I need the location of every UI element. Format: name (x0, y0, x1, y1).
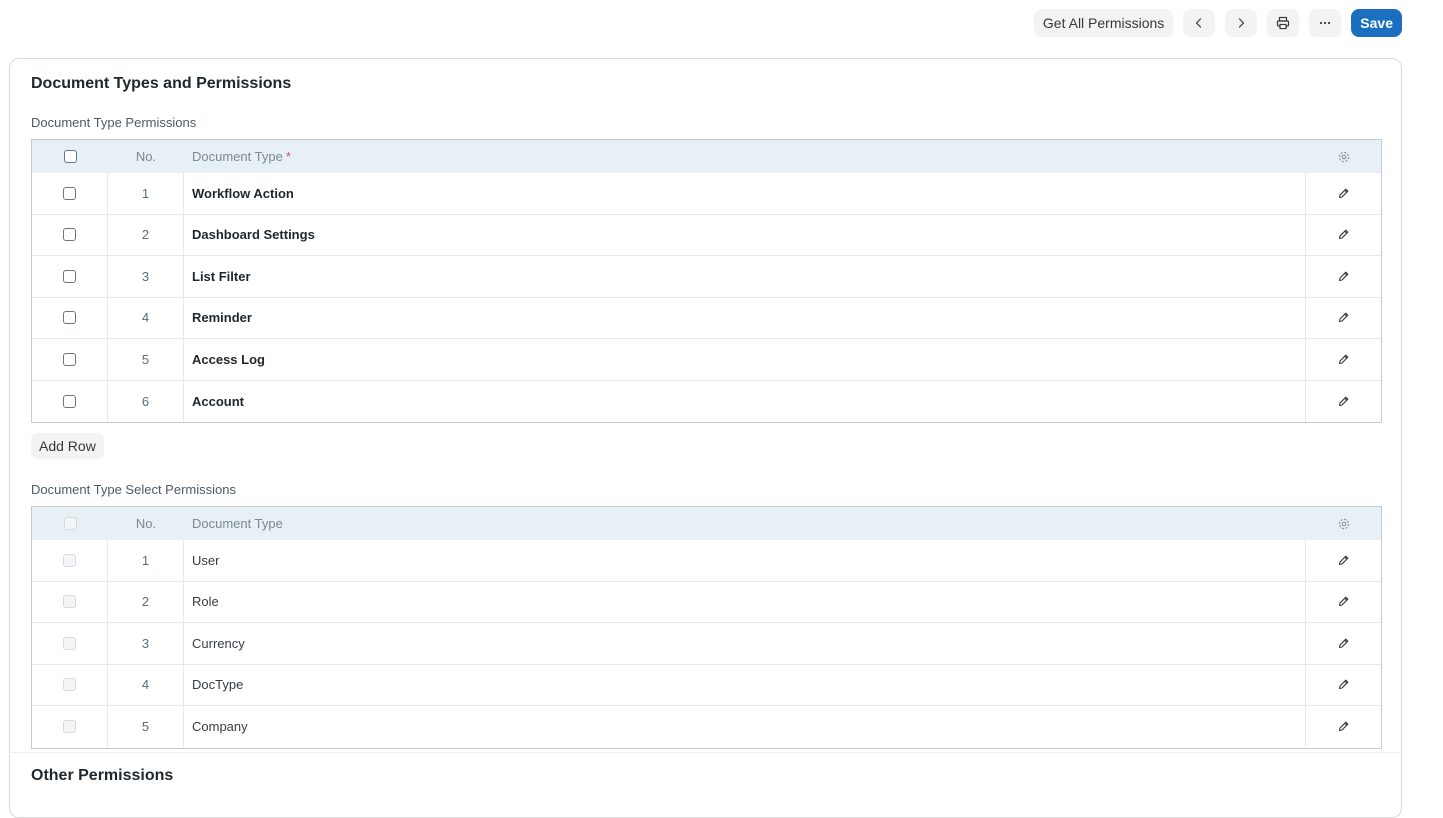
table-row[interactable]: 5 Company (32, 706, 1381, 748)
chevron-left-icon (1196, 18, 1202, 28)
document-type-value[interactable]: Access Log (184, 339, 1306, 380)
pencil-icon (1338, 188, 1349, 198)
more-icon (1320, 21, 1331, 25)
edit-row-button[interactable] (1306, 339, 1381, 380)
section-title-other-permissions: Other Permissions (31, 767, 174, 784)
document-type-select-permissions-label: Document Type Select Permissions (31, 482, 236, 497)
document-type-value[interactable]: Workflow Action (184, 173, 1306, 214)
row-number: 4 (108, 664, 184, 705)
row-checkbox (63, 678, 76, 692)
get-all-permissions-button[interactable]: Get All Permissions (1033, 9, 1174, 37)
pencil-icon (1338, 596, 1349, 607)
save-button[interactable]: Save (1351, 9, 1402, 37)
pencil-icon (1338, 721, 1349, 732)
pencil-icon (1338, 679, 1349, 690)
table-row[interactable]: 3 List Filter (32, 256, 1381, 298)
row-number: 2 (108, 214, 184, 255)
print-button[interactable] (1267, 9, 1300, 37)
next-button[interactable] (1225, 9, 1258, 37)
select-all-checkbox[interactable] (63, 150, 77, 163)
row-number: 6 (108, 380, 184, 422)
previous-button[interactable] (1183, 9, 1216, 37)
row-number: 4 (108, 297, 184, 338)
form-card: Document Types and Permissions Document … (9, 58, 1402, 818)
pencil-icon (1338, 271, 1349, 281)
grid-header: No. Document Type (32, 507, 1381, 540)
row-checkbox (63, 595, 76, 609)
row-checkbox (63, 720, 76, 734)
edit-row-button[interactable] (1306, 623, 1381, 664)
table-row[interactable]: 1 User (32, 540, 1381, 582)
document-type-value[interactable]: Currency (184, 623, 1306, 664)
page-toolbar: Get All Permissions Save (1033, 9, 1402, 37)
column-header-no: No. (135, 149, 157, 164)
gear-icon[interactable] (1337, 150, 1351, 164)
document-type-value[interactable]: Dashboard Settings (184, 214, 1306, 255)
document-type-value[interactable]: Company (184, 706, 1306, 748)
edit-row-button[interactable] (1306, 215, 1381, 256)
table-row[interactable]: 6 Account (32, 380, 1381, 423)
document-type-value[interactable]: List Filter (184, 256, 1306, 297)
row-checkbox[interactable] (63, 394, 76, 408)
row-checkbox[interactable] (63, 228, 76, 242)
table-row[interactable]: 3 Currency (32, 623, 1381, 665)
document-type-permissions-label: Document Type Permissions (31, 115, 197, 130)
row-checkbox (63, 636, 76, 650)
edit-row-button[interactable] (1306, 381, 1381, 423)
required-indicator: * (285, 149, 291, 164)
document-type-select-permissions-grid: No. Document Type 1 User 2 Role 3 Currency 4 Do… (31, 506, 1382, 749)
edit-row-button[interactable] (1306, 173, 1381, 214)
select-all-checkbox (63, 517, 77, 530)
row-number: 3 (108, 623, 184, 664)
table-row[interactable]: 5 Access Log (32, 339, 1381, 381)
gear-icon[interactable] (1337, 517, 1351, 531)
row-number: 2 (108, 581, 184, 622)
chevron-right-icon (1239, 18, 1245, 28)
row-number: 5 (108, 706, 184, 748)
row-number: 5 (108, 339, 184, 380)
printer-icon (1277, 16, 1290, 30)
section-title: Document Types and Permissions (31, 75, 292, 92)
add-row-button[interactable]: Add Row (31, 433, 104, 459)
grid-header: No. Document Type * (32, 140, 1381, 173)
edit-row-button[interactable] (1306, 298, 1381, 339)
row-checkbox[interactable] (63, 311, 76, 325)
more-actions-button[interactable] (1309, 9, 1342, 37)
edit-row-button[interactable] (1306, 256, 1381, 297)
edit-row-button[interactable] (1306, 582, 1381, 623)
row-checkbox[interactable] (63, 352, 76, 366)
pencil-icon (1338, 229, 1349, 240)
row-number: 3 (108, 256, 184, 297)
column-header-document-type: Document Type * (184, 140, 1306, 173)
table-row[interactable]: 2 Dashboard Settings (32, 214, 1381, 256)
pencil-icon (1338, 312, 1349, 323)
document-type-value[interactable]: Reminder (184, 297, 1306, 338)
pencil-icon (1338, 396, 1349, 406)
row-number: 1 (108, 173, 184, 214)
column-header-label: Document Type (192, 149, 283, 164)
pencil-icon (1338, 555, 1349, 565)
document-type-value[interactable]: User (184, 540, 1306, 581)
row-checkbox (63, 553, 76, 567)
table-row[interactable]: 2 Role (32, 581, 1381, 623)
edit-row-button[interactable] (1306, 706, 1381, 748)
document-type-value[interactable]: Account (184, 380, 1306, 422)
table-row[interactable]: 1 Workflow Action (32, 173, 1381, 215)
column-header-document-type: Document Type (192, 516, 283, 531)
table-row[interactable]: 4 Reminder (32, 297, 1381, 339)
table-row[interactable]: 4 DocType (32, 664, 1381, 706)
pencil-icon (1338, 354, 1349, 364)
row-checkbox[interactable] (63, 269, 76, 283)
row-number: 1 (108, 540, 184, 581)
section-divider (11, 752, 1400, 753)
pencil-icon (1338, 638, 1349, 648)
document-type-value[interactable]: DocType (184, 664, 1306, 705)
edit-row-button[interactable] (1306, 540, 1381, 581)
column-header-no: No. (135, 516, 157, 531)
document-type-permissions-grid: No. Document Type * 1 Workflow Action 2 Dash… (31, 139, 1382, 423)
row-checkbox[interactable] (63, 186, 76, 200)
document-type-value[interactable]: Role (184, 581, 1306, 622)
edit-row-button[interactable] (1306, 665, 1381, 706)
